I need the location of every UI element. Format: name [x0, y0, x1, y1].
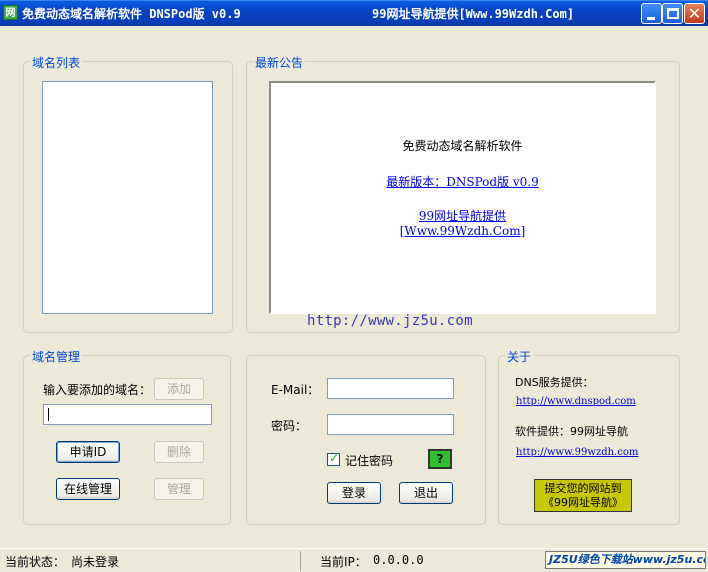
submit-site-button[interactable]: 提交您的网站到 《99网址导航》 [534, 479, 632, 512]
apply-id-button[interactable]: 申请ID [56, 441, 120, 463]
status-state-label: 当前状态： [5, 555, 66, 569]
submit-site-line1: 提交您的网站到 [544, 482, 622, 495]
close-button[interactable]: ✕ [684, 3, 705, 24]
status-ip-label: 当前IP： [320, 555, 367, 569]
delete-button[interactable]: 删除 [154, 441, 204, 463]
window-title: 免费动态域名解析软件 DNSPod版 v0.9 [22, 7, 241, 21]
software-provider-label: 软件提供：99网址导航 [515, 425, 628, 438]
domain-manage-group-label: 域名管理 [30, 348, 83, 365]
domain-input[interactable] [43, 404, 212, 425]
maximize-button[interactable] [662, 3, 683, 24]
app-icon: 网 [3, 5, 18, 20]
status-ip-value: 0.0.0.0 [373, 553, 424, 567]
manage-button[interactable]: 管理 [154, 478, 204, 500]
latest-version-link[interactable]: 最新版本：DNSPod版 v0.9 [386, 175, 539, 189]
password-label: 密码： [271, 419, 308, 433]
window-title-provider: 99网址导航提供[Www.99Wzdh.Com] [372, 7, 575, 21]
add-domain-label: 输入要添加的域名： [43, 383, 152, 397]
notice-title: 免费动态域名解析软件 [402, 139, 523, 153]
help-button[interactable]: ? [428, 449, 452, 469]
domain-list-group-label: 域名列表 [30, 54, 83, 71]
checkmark-icon: ✓ [329, 451, 340, 465]
provider-link[interactable]: 99网址导航提供 [419, 209, 506, 223]
add-domain-button[interactable]: 添加 [154, 378, 204, 400]
download-site-watermark: JZ5U绿色下载站www.jz5u.com [545, 551, 706, 569]
online-manage-button[interactable]: 在线管理 [56, 478, 120, 500]
99wzdh-link[interactable]: http://www.99wzdh.com [516, 447, 638, 458]
notice-group-label: 最新公告 [253, 54, 306, 71]
login-button[interactable]: 登录 [327, 482, 381, 504]
notice-group: 最新公告 免费动态域名解析软件 最新版本：DNSPod版 v0.9 99网址导航… [246, 54, 680, 333]
domain-list-group: 域名列表 [23, 54, 233, 333]
remember-password-label[interactable]: 记住密码 [345, 452, 393, 469]
dnspod-link[interactable]: http://www.dnspod.com [516, 396, 636, 407]
status-separator [300, 551, 301, 571]
email-label: E-Mail： [271, 383, 320, 397]
watermark-url: http://www.jz5u.com [307, 313, 473, 329]
domain-list-box[interactable] [42, 81, 213, 314]
status-state-value: 尚未登录 [71, 555, 120, 569]
maximize-icon [667, 8, 679, 19]
close-icon: ✕ [687, 4, 702, 23]
about-group-label: 关于 [505, 348, 534, 365]
title-bar[interactable]: 网 免费动态域名解析软件 DNSPod版 v0.9 99网址导航提供[Www.9… [0, 0, 708, 26]
text-caret [48, 408, 49, 421]
remember-password-checkbox[interactable]: ✓ [327, 451, 340, 466]
notice-panel: 免费动态域名解析软件 最新版本：DNSPod版 v0.9 99网址导航提供 [W… [269, 81, 656, 314]
provider-url-link[interactable]: [Www.99Wzdh.Com] [400, 224, 526, 238]
password-field[interactable] [327, 414, 454, 435]
minimize-button[interactable] [641, 3, 662, 24]
email-field[interactable] [327, 378, 454, 399]
dns-provider-label: DNS服务提供： [515, 376, 594, 389]
submit-site-line2: 《99网址导航》 [543, 496, 623, 509]
exit-button[interactable]: 退出 [399, 482, 453, 504]
minimize-icon [647, 17, 655, 20]
